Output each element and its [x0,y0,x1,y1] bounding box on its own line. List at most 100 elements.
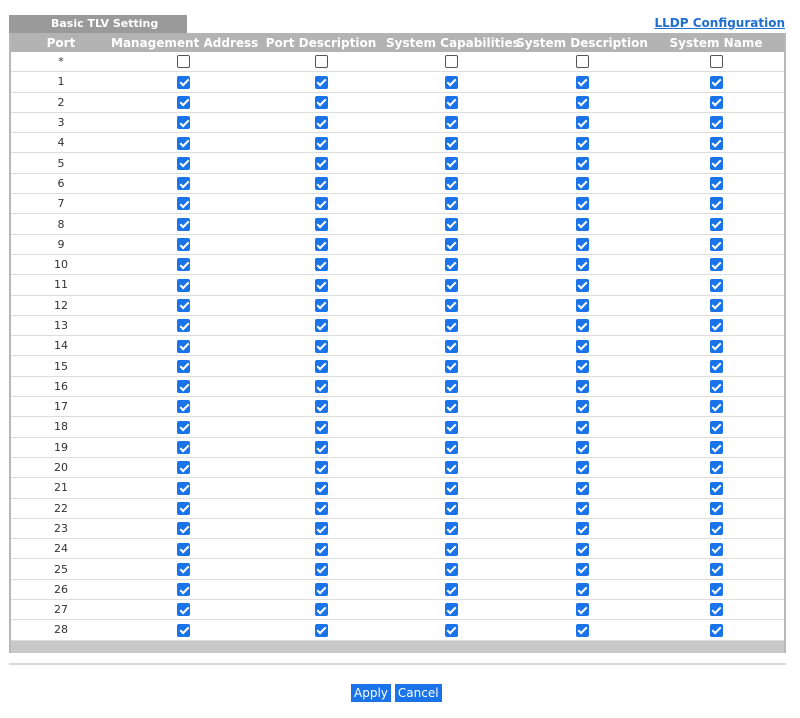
checkbox-checked-icon[interactable] [575,501,589,515]
checkbox-checked-icon[interactable] [314,562,328,576]
checkbox-checked-icon[interactable] [177,542,190,556]
checkbox-checked-icon[interactable] [444,522,458,536]
checkbox-checked-icon[interactable] [314,217,328,231]
checkbox-checked-icon[interactable] [177,441,190,455]
checkbox-checked-icon[interactable] [709,319,723,333]
checkbox-checked-icon[interactable] [444,156,458,170]
checkbox-checked-icon[interactable] [575,319,589,333]
checkbox-checked-icon[interactable] [709,156,723,170]
checkbox-checked-icon[interactable] [709,481,723,495]
checkbox-checked-icon[interactable] [709,501,723,515]
checkbox-unchecked-icon[interactable] [575,55,589,69]
checkbox-checked-icon[interactable] [314,298,328,312]
checkbox-checked-icon[interactable] [709,623,723,637]
checkbox-checked-icon[interactable] [575,441,589,455]
checkbox-checked-icon[interactable] [575,339,589,353]
checkbox-checked-icon[interactable] [314,461,328,475]
checkbox-checked-icon[interactable] [314,522,328,536]
checkbox-checked-icon[interactable] [177,400,190,414]
checkbox-checked-icon[interactable] [575,522,589,536]
checkbox-checked-icon[interactable] [314,197,328,211]
checkbox-checked-icon[interactable] [177,278,190,292]
checkbox-checked-icon[interactable] [444,319,458,333]
checkbox-checked-icon[interactable] [575,623,589,637]
checkbox-checked-icon[interactable] [709,278,723,292]
checkbox-checked-icon[interactable] [314,258,328,272]
checkbox-checked-icon[interactable] [314,501,328,515]
checkbox-checked-icon[interactable] [575,298,589,312]
checkbox-checked-icon[interactable] [709,197,723,211]
checkbox-checked-icon[interactable] [177,298,190,312]
checkbox-checked-icon[interactable] [709,258,723,272]
checkbox-checked-icon[interactable] [709,116,723,130]
checkbox-checked-icon[interactable] [177,359,190,373]
checkbox-checked-icon[interactable] [444,481,458,495]
checkbox-checked-icon[interactable] [575,258,589,272]
checkbox-checked-icon[interactable] [314,583,328,597]
checkbox-checked-icon[interactable] [444,623,458,637]
checkbox-checked-icon[interactable] [444,461,458,475]
checkbox-checked-icon[interactable] [177,75,190,89]
checkbox-checked-icon[interactable] [177,319,190,333]
checkbox-checked-icon[interactable] [177,197,190,211]
checkbox-checked-icon[interactable] [177,95,190,109]
checkbox-checked-icon[interactable] [314,278,328,292]
checkbox-checked-icon[interactable] [314,95,328,109]
checkbox-checked-icon[interactable] [314,319,328,333]
checkbox-checked-icon[interactable] [314,136,328,150]
checkbox-checked-icon[interactable] [575,562,589,576]
checkbox-unchecked-icon[interactable] [177,55,190,69]
checkbox-checked-icon[interactable] [444,278,458,292]
checkbox-checked-icon[interactable] [444,339,458,353]
checkbox-checked-icon[interactable] [575,603,589,617]
checkbox-checked-icon[interactable] [314,359,328,373]
checkbox-checked-icon[interactable] [444,136,458,150]
checkbox-checked-icon[interactable] [314,420,328,434]
checkbox-checked-icon[interactable] [709,420,723,434]
checkbox-checked-icon[interactable] [314,623,328,637]
lldp-configuration-link[interactable]: LLDP Configuration [655,16,786,30]
checkbox-checked-icon[interactable] [575,278,589,292]
checkbox-checked-icon[interactable] [177,481,190,495]
checkbox-checked-icon[interactable] [575,481,589,495]
checkbox-checked-icon[interactable] [177,116,190,130]
checkbox-checked-icon[interactable] [709,359,723,373]
checkbox-checked-icon[interactable] [177,258,190,272]
checkbox-unchecked-icon[interactable] [709,55,723,69]
checkbox-checked-icon[interactable] [314,238,328,252]
checkbox-checked-icon[interactable] [575,75,589,89]
checkbox-checked-icon[interactable] [177,238,190,252]
checkbox-checked-icon[interactable] [444,197,458,211]
checkbox-checked-icon[interactable] [177,420,190,434]
checkbox-checked-icon[interactable] [575,583,589,597]
checkbox-checked-icon[interactable] [444,400,458,414]
checkbox-checked-icon[interactable] [314,481,328,495]
checkbox-checked-icon[interactable] [575,177,589,191]
checkbox-checked-icon[interactable] [575,380,589,394]
checkbox-checked-icon[interactable] [575,197,589,211]
checkbox-checked-icon[interactable] [314,400,328,414]
checkbox-checked-icon[interactable] [444,116,458,130]
checkbox-checked-icon[interactable] [709,441,723,455]
checkbox-checked-icon[interactable] [575,217,589,231]
checkbox-checked-icon[interactable] [314,542,328,556]
checkbox-checked-icon[interactable] [709,177,723,191]
checkbox-checked-icon[interactable] [177,136,190,150]
checkbox-checked-icon[interactable] [444,603,458,617]
checkbox-checked-icon[interactable] [575,461,589,475]
checkbox-checked-icon[interactable] [709,562,723,576]
checkbox-checked-icon[interactable] [444,542,458,556]
checkbox-checked-icon[interactable] [177,562,190,576]
checkbox-checked-icon[interactable] [444,217,458,231]
checkbox-unchecked-icon[interactable] [444,55,458,69]
checkbox-checked-icon[interactable] [575,116,589,130]
checkbox-checked-icon[interactable] [177,461,190,475]
checkbox-checked-icon[interactable] [444,177,458,191]
checkbox-checked-icon[interactable] [575,542,589,556]
checkbox-checked-icon[interactable] [177,217,190,231]
checkbox-checked-icon[interactable] [575,156,589,170]
checkbox-checked-icon[interactable] [709,522,723,536]
checkbox-unchecked-icon[interactable] [314,55,328,69]
checkbox-checked-icon[interactable] [177,339,190,353]
checkbox-checked-icon[interactable] [444,380,458,394]
